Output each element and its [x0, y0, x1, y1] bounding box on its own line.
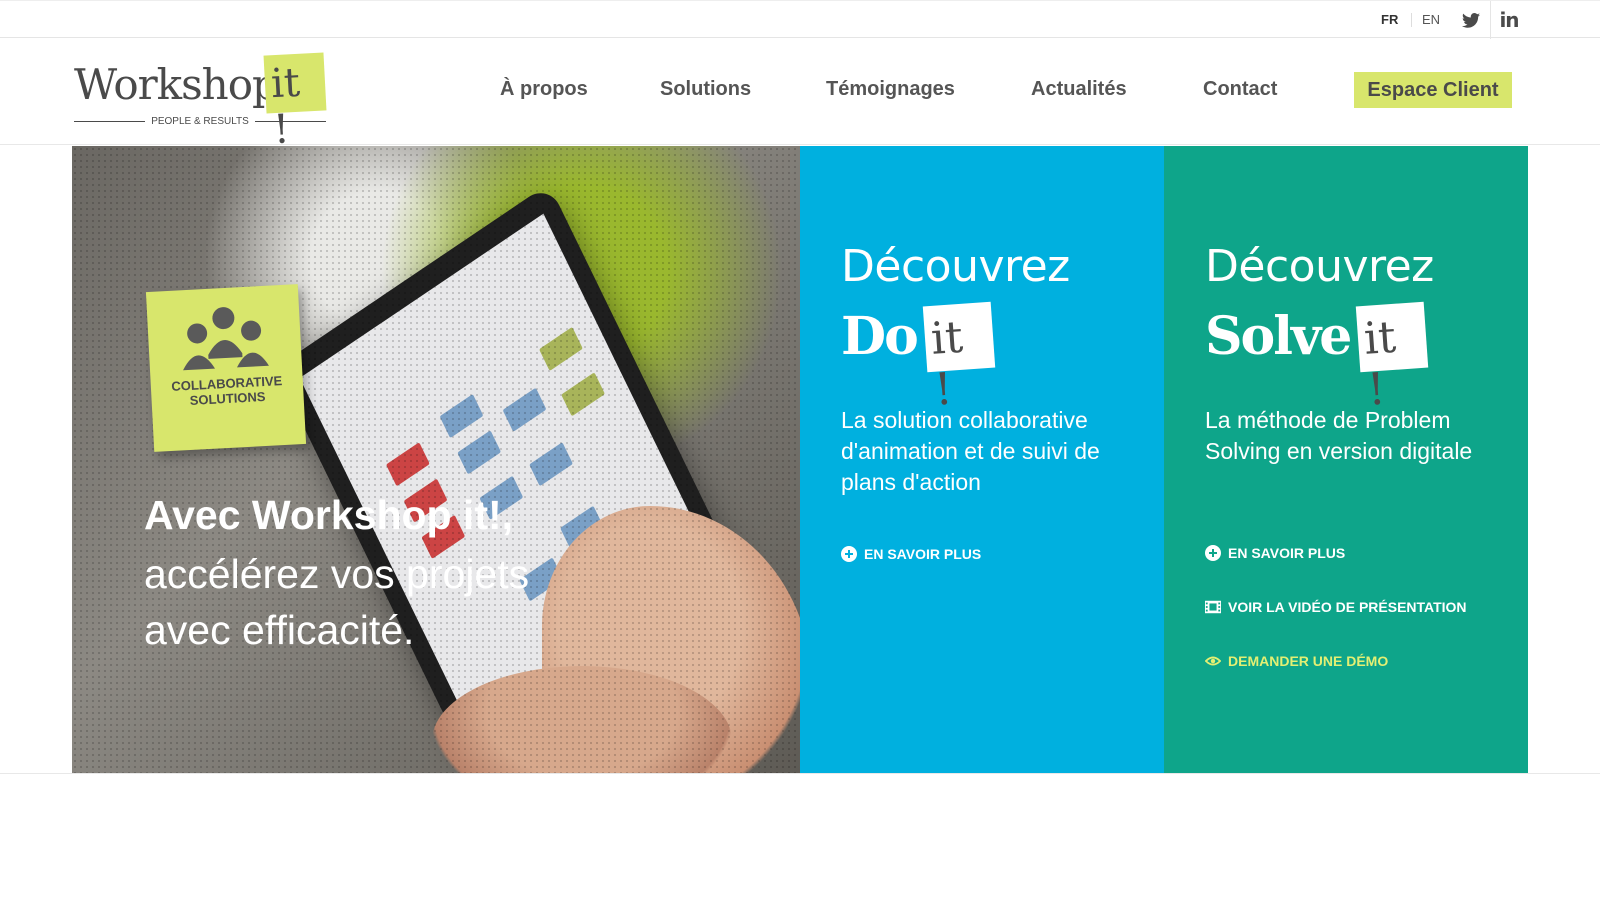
nav-a-propos[interactable]: À propos [500, 78, 588, 101]
doit-brand: Do it ! [841, 301, 996, 416]
site-header: Workshop it ! PEOPLE & RESULTS À propos … [0, 38, 1600, 153]
lang-fr-link[interactable]: FR [1381, 12, 1398, 27]
doit-description: La solution collaborative d'animation et… [841, 407, 1100, 495]
nav-actualites[interactable]: Actualités [1031, 78, 1127, 101]
eye-icon [1205, 653, 1221, 669]
solveit-demo-link[interactable]: DEMANDER UNE DÉMO [1205, 653, 1388, 669]
hero-subline: accélérez vos projets avec efficacité. [144, 551, 530, 653]
lang-separator [1411, 13, 1412, 27]
solveit-title: Découvrez [1205, 241, 1434, 292]
top-bar: FR EN in [0, 0, 1600, 39]
logo[interactable]: Workshop it ! PEOPLE & RESULTS [74, 52, 334, 153]
hero-photo: COLLABORATIVE SOLUTIONS Avec Workshop it… [72, 146, 800, 773]
nav-contact[interactable]: Contact [1203, 78, 1277, 101]
nav-temoignages[interactable]: Témoignages [826, 78, 955, 101]
espace-client-button[interactable]: Espace Client [1354, 72, 1512, 108]
hero-bottom-rule [0, 773, 1600, 774]
hero-section: COLLABORATIVE SOLUTIONS Avec Workshop it… [72, 146, 1528, 773]
lang-en-link[interactable]: EN [1422, 12, 1440, 27]
solveit-learn-more-link[interactable]: EN SAVOIR PLUS [1205, 545, 1345, 561]
people-group-icon [183, 307, 269, 371]
doit-panel: Découvrez Do it ! La solution collaborat… [800, 146, 1164, 773]
doit-learn-more-link[interactable]: EN SAVOIR PLUS [841, 546, 981, 562]
doit-title: Découvrez [841, 241, 1070, 292]
solveit-video-link[interactable]: VOIR LA VIDÉO DE PRÉSENTATION [1205, 599, 1467, 615]
social-separator [1490, 1, 1491, 39]
logo-wordmark: Workshop [74, 60, 279, 109]
film-icon [1205, 599, 1221, 615]
nav-solutions[interactable]: Solutions [660, 78, 751, 101]
logo-tagline: PEOPLE & RESULTS [74, 116, 327, 127]
solveit-description: La méthode de Problem Solving en version… [1205, 407, 1473, 464]
hero-headline: Avec Workshop it!, [144, 492, 514, 538]
plus-circle-icon [1205, 545, 1221, 561]
solveit-brand: Solve it ! [1205, 301, 1429, 416]
plus-circle-icon [841, 546, 857, 562]
solveit-panel: Découvrez Solve it ! La méthode de Probl… [1164, 146, 1528, 773]
logo-it-badge: it ! [263, 52, 327, 153]
linkedin-icon[interactable]: in [1497, 8, 1521, 32]
collaborative-solutions-note: COLLABORATIVE SOLUTIONS [145, 284, 307, 452]
twitter-icon[interactable] [1459, 9, 1483, 31]
